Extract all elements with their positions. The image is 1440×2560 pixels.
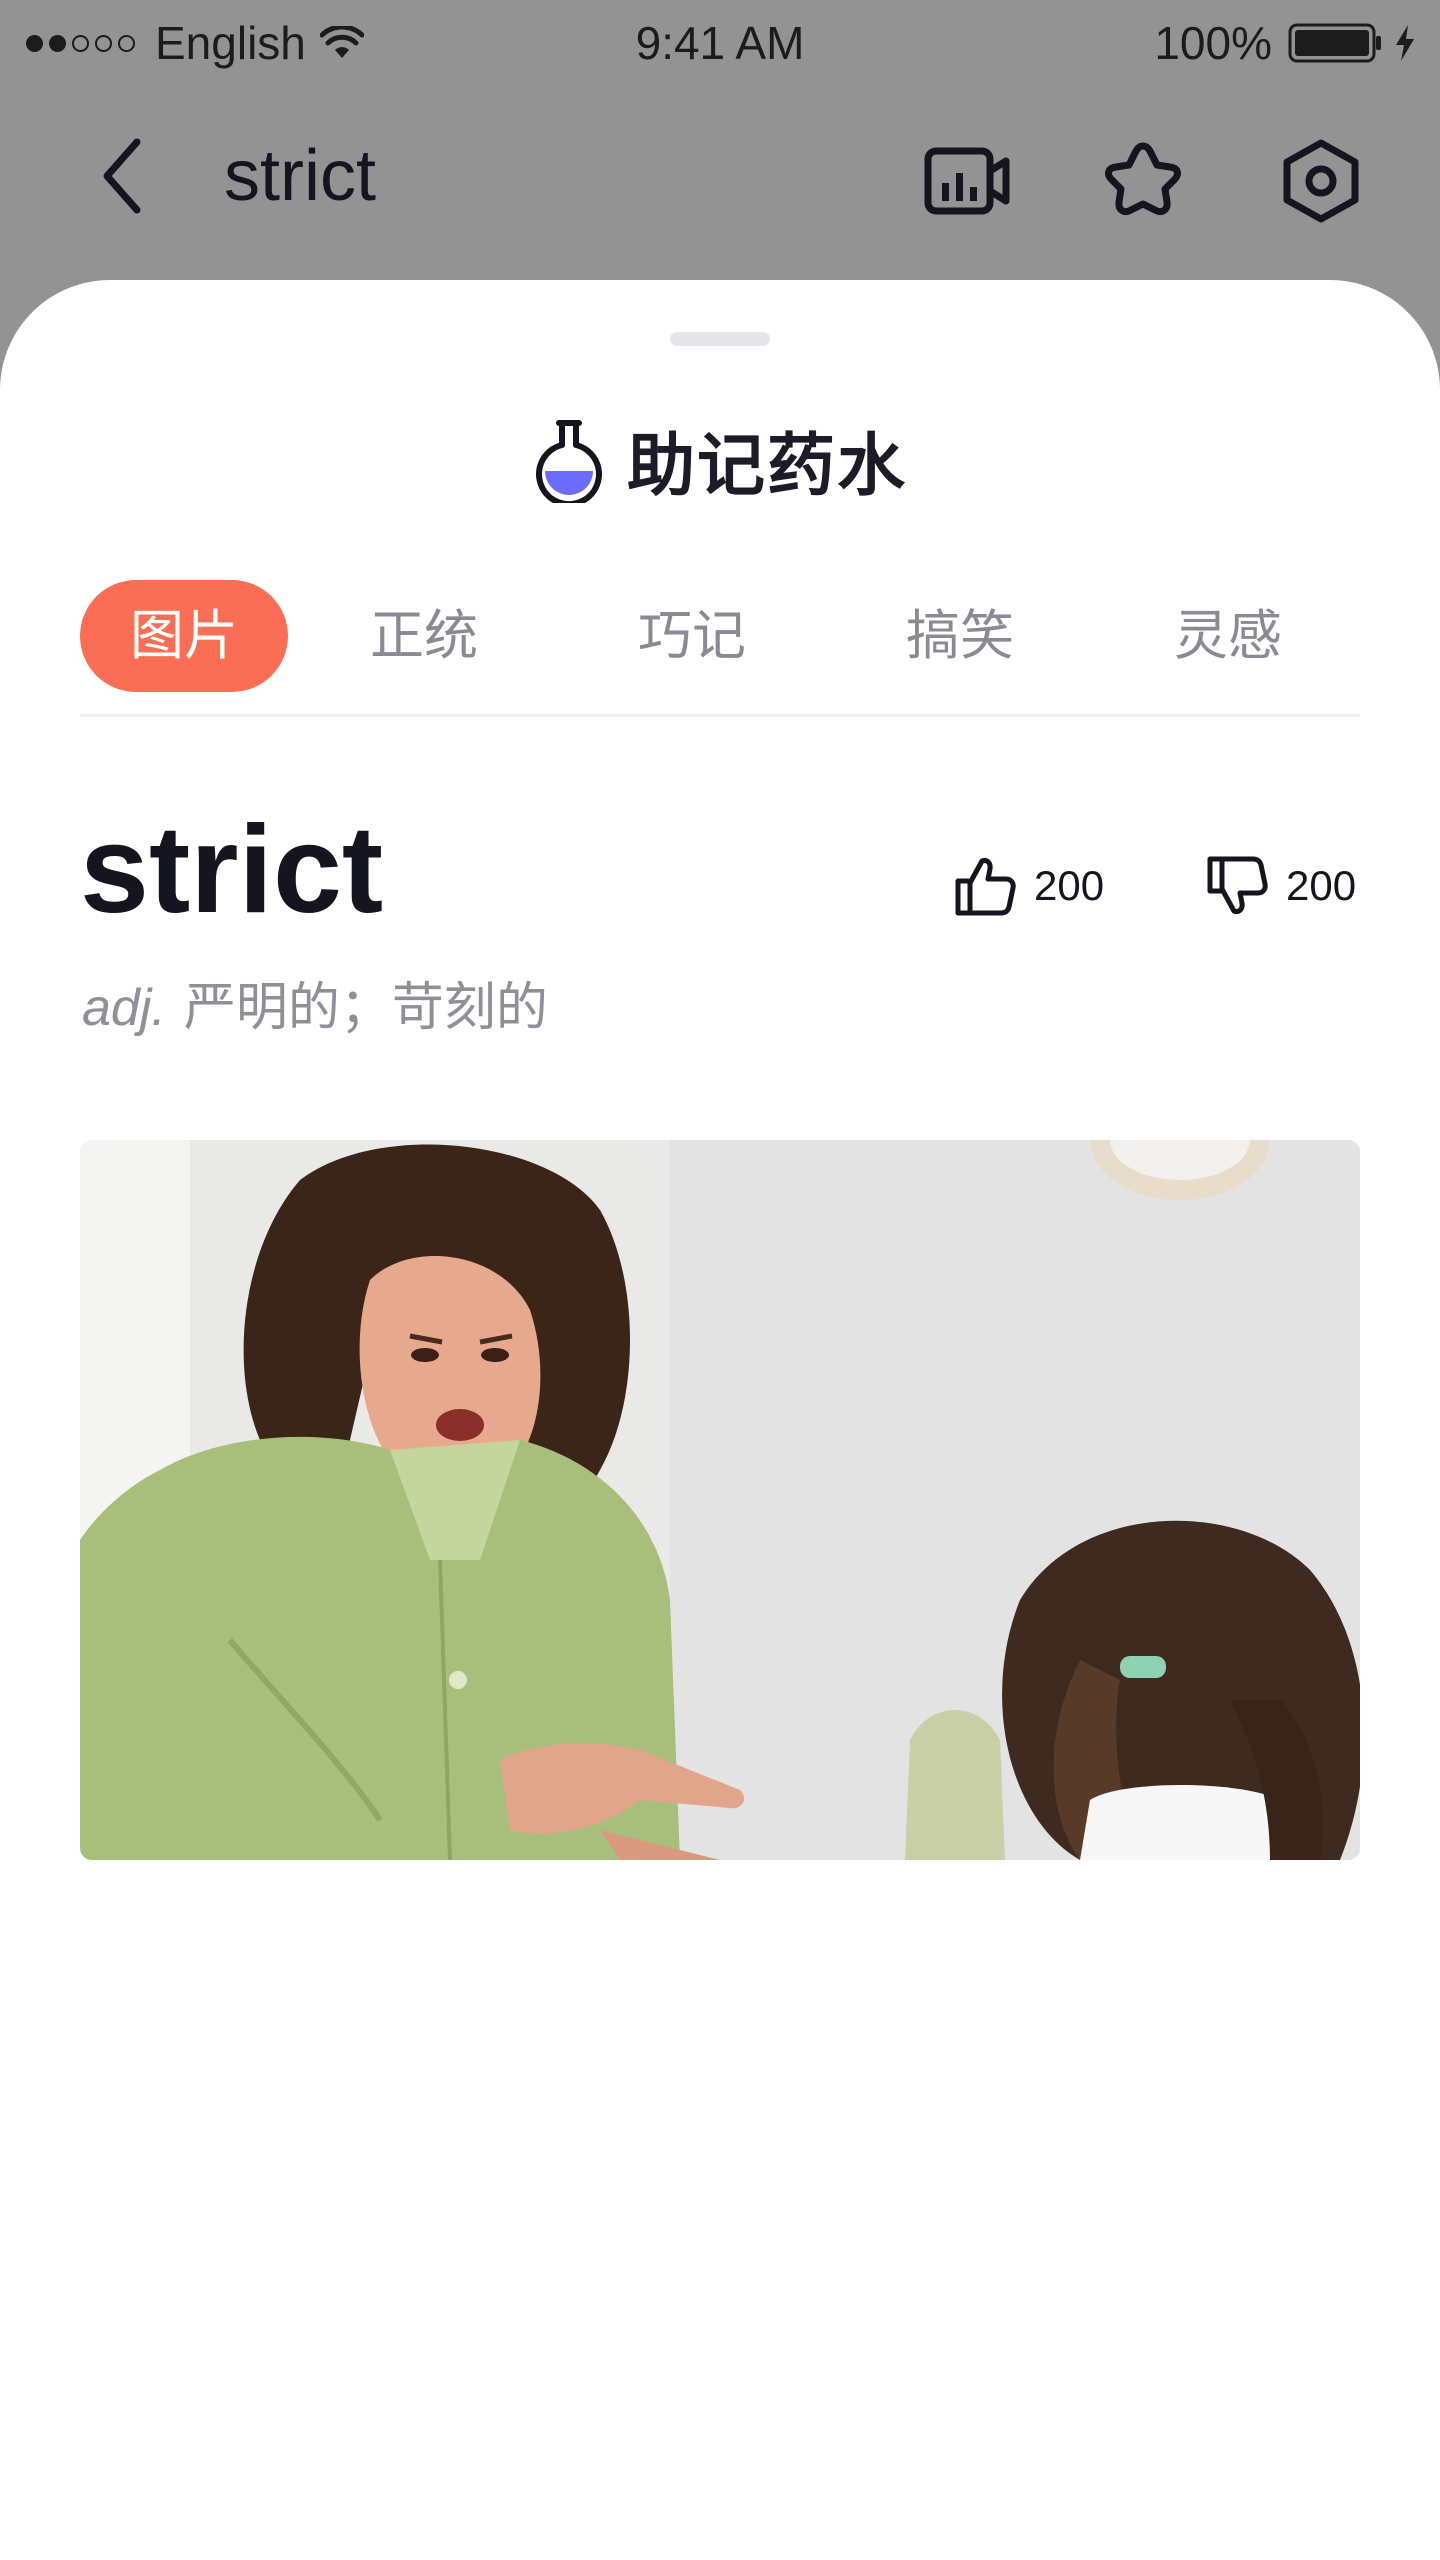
potion-flask-icon — [535, 419, 602, 503]
back-chevron-icon — [103, 138, 141, 214]
tab-pictures[interactable]: 图片 — [80, 580, 288, 692]
status-right: 100% — [1154, 16, 1418, 70]
video-button[interactable] — [922, 136, 1012, 226]
entry-word: strict — [80, 801, 384, 939]
thumbs-up-icon — [955, 858, 1016, 916]
settings-button[interactable] — [1276, 136, 1366, 226]
page: English 9:41 AM 100% strict 助记药水 图片 正统 巧… — [0, 0, 1440, 2560]
entry-definition: adj. 严明的；苛刻的 — [82, 965, 548, 1040]
nav-title: strict — [224, 136, 376, 216]
battery-icon — [1288, 23, 1381, 63]
sheet-header: 助记药水 — [0, 410, 1440, 509]
meaning: 严明的；苛刻的 — [183, 979, 548, 1037]
tab-orthodox[interactable]: 正统 — [344, 580, 504, 692]
tab-clever-memory[interactable]: 巧记 — [612, 580, 772, 692]
favorite-button[interactable] — [1098, 136, 1188, 226]
dislike-button[interactable]: 200 — [1206, 855, 1356, 917]
video-icon — [924, 147, 1010, 215]
mnemonic-sheet: 助记药水 图片 正统 巧记 搞笑 灵感 strict adj. 严明的；苛刻的 2… — [0, 280, 1440, 2560]
like-button[interactable]: 200 — [954, 855, 1104, 917]
charging-bolt-icon — [1396, 25, 1414, 61]
status-bar: English 9:41 AM 100% — [0, 0, 1440, 86]
nav-bar: strict — [0, 100, 1440, 260]
sheet-grabber[interactable] — [670, 332, 770, 346]
settings-icon — [1283, 139, 1359, 223]
back-button[interactable] — [82, 136, 162, 216]
tab-funny[interactable]: 搞笑 — [880, 580, 1040, 692]
thumbs-down-icon — [1207, 856, 1268, 914]
sheet-title: 助记药水 — [626, 428, 907, 504]
like-count: 200 — [1034, 862, 1105, 909]
tab-bar: 图片 正统 巧记 搞笑 灵感 — [80, 580, 1360, 717]
tab-inspiration[interactable]: 灵感 — [1148, 580, 1308, 692]
star-icon — [1105, 142, 1181, 216]
part-of-speech: adj. — [82, 979, 166, 1037]
photo-illustration — [80, 1140, 1360, 1860]
mnemonic-photo — [80, 1140, 1360, 1860]
battery-percent: 100% — [1154, 17, 1272, 69]
dislike-count: 200 — [1286, 862, 1357, 909]
